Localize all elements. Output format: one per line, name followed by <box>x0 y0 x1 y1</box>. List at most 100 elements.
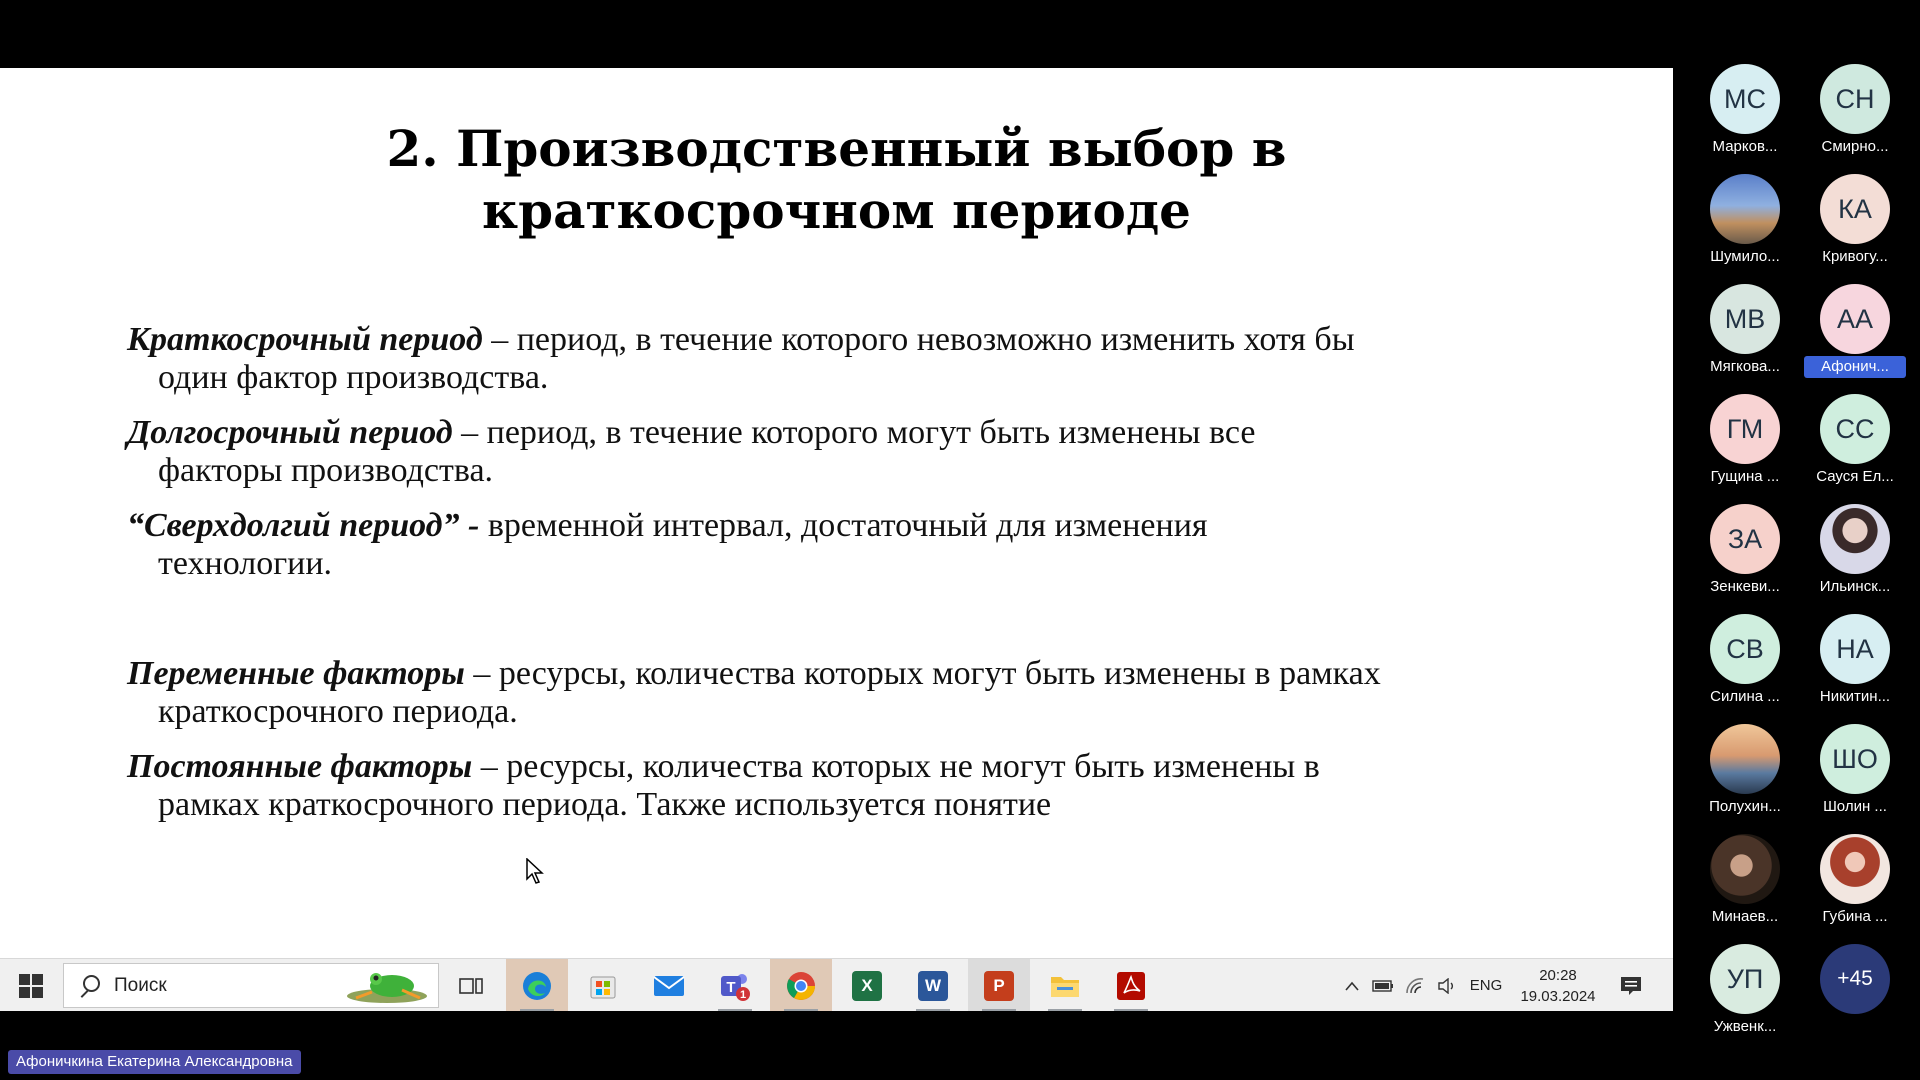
chrome-icon <box>787 971 815 1000</box>
definition-text: – период, в течение которого могут быть … <box>452 414 1256 451</box>
task-view-button[interactable] <box>440 959 502 1011</box>
powerpoint-button[interactable]: P <box>968 959 1030 1011</box>
presentation-slide: 2. Производственный выбор в краткосрочно… <box>0 68 1673 958</box>
participant-name: Шолин ... <box>1823 798 1887 815</box>
definition-text-cont: факторы производства. <box>158 452 494 489</box>
participant-name: Полухин... <box>1709 798 1781 815</box>
definition-text-cont: один фактор производства. <box>158 359 549 396</box>
start-button[interactable] <box>0 959 62 1011</box>
definition-text-cont: рамках краткосрочного периода. Также исп… <box>158 786 1052 823</box>
avatar: ГМ <box>1710 394 1780 464</box>
svg-text:T: T <box>726 979 735 996</box>
clock-time: 20:28 <box>1539 967 1577 984</box>
participant-name: Марков... <box>1712 138 1778 155</box>
acrobat-button[interactable] <box>1100 959 1162 1011</box>
network-button[interactable] <box>1402 959 1428 1011</box>
teams-button[interactable]: T 1 <box>704 959 766 1011</box>
windows-logo-icon <box>19 973 43 998</box>
avatar: УП <box>1710 944 1780 1014</box>
acrobat-icon <box>1117 971 1145 1000</box>
participant-tile[interactable]: Полухин... <box>1690 720 1800 830</box>
search-placeholder: Поиск <box>114 974 167 996</box>
participant-name: Зенкеви... <box>1710 578 1780 595</box>
definition-term: “Сверхдолгий период” - <box>127 507 480 544</box>
excel-icon: X <box>852 970 882 1001</box>
definition-text: – ресурсы, количества которых могут быть… <box>464 655 1381 692</box>
definition-long-run: Долгосрочный период – период, в течение … <box>127 414 1545 490</box>
definition-very-long-run: “Сверхдолгий период” - временной интерва… <box>127 507 1545 583</box>
definition-text: – ресурсы, количества которых не могут б… <box>472 748 1320 785</box>
slide-title-line2: краткосрочном периоде <box>482 181 1191 240</box>
show-hidden-icons-button[interactable] <box>1340 959 1364 1011</box>
definition-text-cont: краткосрочного периода. <box>158 693 518 730</box>
word-icon: W <box>918 970 948 1001</box>
slide-title: 2. Производственный выбор в краткосрочно… <box>0 118 1673 242</box>
word-button[interactable]: W <box>902 959 964 1011</box>
participant-tile[interactable]: ЗА Зенкеви... <box>1690 500 1800 610</box>
participant-tile[interactable]: СС Сауся Ел... <box>1800 390 1910 500</box>
participant-tile[interactable]: УП Ужвенк... <box>1690 940 1800 1050</box>
chrome-button[interactable] <box>770 959 832 1011</box>
avatar-photo <box>1710 174 1780 244</box>
excel-button[interactable]: X <box>836 959 898 1011</box>
participant-name: Смирно... <box>1821 138 1889 155</box>
teams-icon: T 1 <box>721 973 750 1001</box>
microsoft-store-icon <box>590 976 616 998</box>
participant-tile[interactable]: Губина ... <box>1800 830 1910 940</box>
slide-title-line1: 2. Производственный выбор в <box>386 119 1287 178</box>
file-explorer-button[interactable] <box>1034 959 1096 1011</box>
battery-icon <box>1372 979 1393 992</box>
participant-tile[interactable]: СВ Силина ... <box>1690 610 1800 720</box>
taskbar-clock[interactable]: 20:28 19.03.2024 <box>1505 965 1611 1007</box>
participant-tile[interactable]: ШО Шолин ... <box>1800 720 1910 830</box>
battery-button[interactable] <box>1370 959 1396 1011</box>
avatar-photo <box>1820 834 1890 904</box>
participant-tile[interactable]: Шумило... <box>1690 170 1800 280</box>
participant-tile[interactable]: МС Марков... <box>1690 60 1800 170</box>
participant-tile[interactable]: КА Кривогу... <box>1800 170 1910 280</box>
speaker-name-label: Афоничкина Екатерина Александровна <box>8 1050 301 1074</box>
participant-tile[interactable]: СН Смирно... <box>1800 60 1910 170</box>
avatar: ЗА <box>1710 504 1780 574</box>
more-participants-button[interactable]: +45 <box>1800 940 1910 1050</box>
avatar: СС <box>1820 394 1890 464</box>
volume-button[interactable] <box>1434 959 1460 1011</box>
participant-tile[interactable]: Ильинск... <box>1800 500 1910 610</box>
participant-name: Ильинск... <box>1819 578 1891 595</box>
more-participants-count: +45 <box>1820 944 1890 1014</box>
clock-date: 19.03.2024 <box>1520 988 1596 1005</box>
participants-panel: МС Марков... СН Смирно... Шумило... КА К… <box>1690 60 1920 1040</box>
avatar-photo <box>1710 834 1780 904</box>
participant-name: Никитин... <box>1819 688 1891 705</box>
search-highlight-frog-icon <box>347 973 427 1003</box>
definition-fixed-factors: Постоянные факторы – ресурсы, количества… <box>127 748 1545 824</box>
mail-button[interactable] <box>638 959 700 1011</box>
microsoft-store-button[interactable] <box>572 959 634 1011</box>
notifications-icon <box>1621 976 1641 995</box>
avatar: МВ <box>1710 284 1780 354</box>
avatar: МС <box>1710 64 1780 134</box>
avatar: НА <box>1820 614 1890 684</box>
language-indicator[interactable]: ENG <box>1464 959 1508 1011</box>
wifi-icon <box>1406 977 1424 993</box>
definition-text-cont: технологии. <box>158 545 333 582</box>
participant-tile-active[interactable]: АА Афонич... <box>1800 280 1910 390</box>
edge-button[interactable] <box>506 959 568 1011</box>
participant-tile[interactable]: ГМ Гущина ... <box>1690 390 1800 500</box>
definition-variable-factors: Переменные факторы – ресурсы, количества… <box>127 655 1545 731</box>
avatar: ШО <box>1820 724 1890 794</box>
participant-name: Минаев... <box>1711 908 1779 925</box>
participant-tile[interactable]: НА Никитин... <box>1800 610 1910 720</box>
powerpoint-icon: P <box>984 970 1014 1001</box>
avatar-photo <box>1820 504 1890 574</box>
definition-term: Переменные факторы <box>127 655 465 692</box>
participant-name: Сауся Ел... <box>1816 468 1894 485</box>
participant-tile[interactable]: Минаев... <box>1690 830 1800 940</box>
shared-screen: 2. Производственный выбор в краткосрочно… <box>0 68 1673 1011</box>
participant-name: Афонич... <box>1804 356 1906 378</box>
taskbar-search-box[interactable]: Поиск <box>63 963 439 1008</box>
participant-tile[interactable]: МВ Мягкова... <box>1690 280 1800 390</box>
action-center-button[interactable] <box>1614 959 1648 1011</box>
mail-icon <box>653 975 685 996</box>
avatar: КА <box>1820 174 1890 244</box>
